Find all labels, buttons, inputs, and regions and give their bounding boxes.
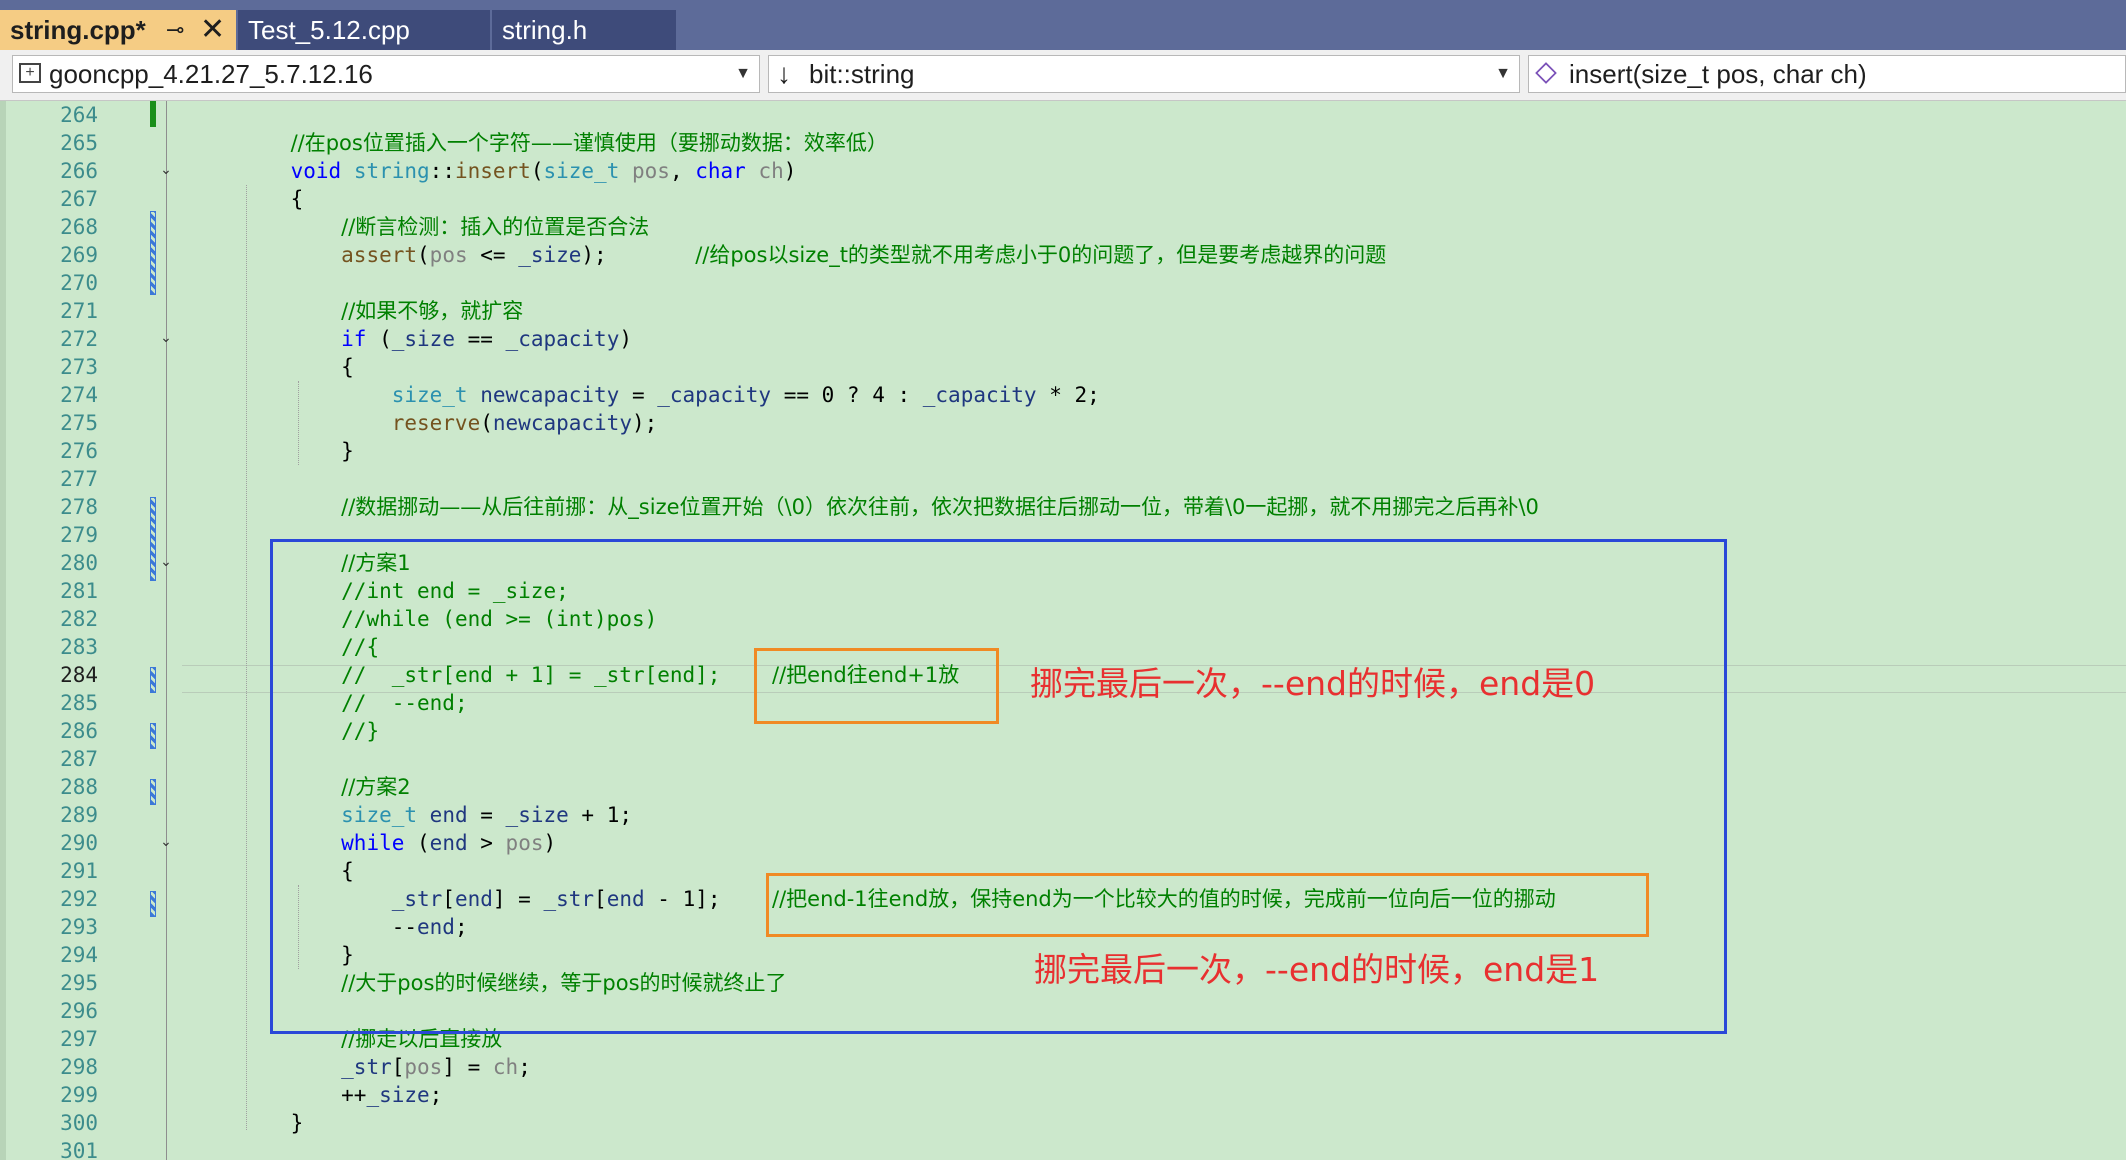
code-line: if (_size == _capacity) (341, 327, 632, 351)
project-label: gooncpp_4.21.27_5.7.12.16 (49, 59, 373, 89)
line-number: 293 (60, 915, 98, 939)
code-line: } (240, 439, 354, 463)
code-line: _str[pos] = ch; (341, 1055, 531, 1079)
line-number: 272 (60, 327, 98, 351)
line-number: 266 (60, 159, 98, 183)
code-line: //如果不够，就扩容 (240, 297, 523, 325)
line-number: 277 (60, 467, 98, 491)
line-number: 279 (60, 523, 98, 547)
highlight-box-comment-1 (754, 648, 999, 724)
code-comment: //数据挪动——从后往前挪：从_size位置开始（\0）依次往前，依次把数据往后… (341, 495, 1539, 519)
line-number: 274 (60, 383, 98, 407)
code-comment: //给pos以size_t的类型就不用考虑小于0的问题了，但是要考虑越界的问题 (695, 243, 1387, 267)
line-number: 301 (60, 1139, 98, 1160)
line-number: 298 (60, 1055, 98, 1079)
annotation-note-1: 挪完最后一次，--end的时候，end是0 (1030, 664, 1596, 703)
line-number: 269 (60, 243, 98, 267)
line-number: 267 (60, 187, 98, 211)
arrow-down-icon: ↓ (777, 58, 791, 89)
project-dropdown[interactable]: + gooncpp_4.21.27_5.7.12.16 ▼ (12, 55, 760, 93)
code-line: ++_size; (240, 1083, 443, 1107)
code-comment: //在pos位置插入一个字符——谨慎使用（要挪动数据：效率低） (290, 131, 888, 155)
close-icon[interactable]: ✕ (200, 10, 225, 50)
line-number: 276 (60, 439, 98, 463)
line-number: 273 (60, 355, 98, 379)
project-icon: + (19, 63, 41, 83)
line-number: 271 (60, 299, 98, 323)
document-tab-bar: string.cpp* ⊸ ✕ Test_5.12.cpp string.h (0, 0, 2126, 50)
method-cube-icon (1535, 62, 1557, 84)
line-number: 299 (60, 1083, 98, 1107)
chevron-down-icon[interactable]: ▼ (735, 56, 751, 92)
line-number: 281 (60, 579, 98, 603)
line-number: 285 (60, 691, 98, 715)
line-number: 286 (60, 719, 98, 743)
code-line: //在pos位置插入一个字符——谨慎使用（要挪动数据：效率低） (240, 129, 888, 157)
line-number: 294 (60, 943, 98, 967)
pin-icon[interactable]: ⊸ (166, 10, 184, 50)
scope-dropdown[interactable]: ↓ bit::string ▼ (768, 55, 1520, 93)
code-line: { (240, 355, 354, 379)
line-number: 295 (60, 971, 98, 995)
line-number: 290 (60, 831, 98, 855)
code-comment: //断言检测：插入的位置是否合法 (341, 215, 650, 239)
tab-string-cpp[interactable]: string.cpp* ⊸ ✕ (0, 10, 236, 50)
line-number: 282 (60, 607, 98, 631)
line-number: 275 (60, 411, 98, 435)
tab-label: string.cpp* (10, 15, 146, 45)
line-number: 289 (60, 803, 98, 827)
line-number: 300 (60, 1111, 98, 1135)
line-number: 288 (60, 775, 98, 799)
tab-label: Test_5.12.cpp (248, 15, 410, 45)
line-number: 264 (60, 103, 98, 127)
line-number: 291 (60, 859, 98, 883)
line-number: 297 (60, 1027, 98, 1051)
code-editor[interactable]: ⌄ ⌄ ⌄ ⌄ 264 265 266 267 268 269 270 271 … (0, 101, 2126, 1160)
member-dropdown[interactable]: insert(size_t pos, char ch) (1528, 55, 2126, 93)
line-number: 280 (60, 551, 98, 575)
code-line: //断言检测：插入的位置是否合法 (240, 213, 649, 241)
member-label: insert(size_t pos, char ch) (1569, 59, 1867, 89)
code-line: { (240, 187, 304, 211)
line-number: 278 (60, 495, 98, 519)
navigation-bar: + gooncpp_4.21.27_5.7.12.16 ▼ ↓ bit::str… (0, 50, 2126, 101)
scope-label: bit::string (809, 59, 915, 89)
line-number: 292 (60, 887, 98, 911)
line-number: 296 (60, 999, 98, 1023)
code-line: void string::insert(size_t pos, char ch) (290, 159, 797, 183)
line-number-current: 284 (60, 663, 98, 687)
code-line: //数据挪动——从后往前挪：从_size位置开始（\0）依次往前，依次把数据往后… (240, 493, 1539, 521)
line-number: 268 (60, 215, 98, 239)
code-line: } (240, 1111, 304, 1135)
annotation-note-2: 挪完最后一次，--end的时候，end是1 (1034, 950, 1600, 989)
tab-test-cpp[interactable]: Test_5.12.cpp (238, 10, 490, 50)
highlight-box-comment-2 (766, 873, 1649, 937)
code-line: reserve(newcapacity); (391, 411, 658, 435)
line-number: 265 (60, 131, 98, 155)
chevron-down-icon[interactable]: ▼ (1495, 56, 1511, 92)
code-line: size_t newcapacity = _capacity == 0 ? 4 … (391, 383, 1100, 407)
line-number: 287 (60, 747, 98, 771)
code-comment: //如果不够，就扩容 (341, 299, 524, 323)
tab-string-h[interactable]: string.h (492, 10, 676, 50)
line-number: 283 (60, 635, 98, 659)
code-line: assert(pos <= _size); //给pos以size_t的类型就不… (341, 243, 1387, 267)
tab-label: string.h (502, 15, 588, 45)
line-number: 270 (60, 271, 98, 295)
